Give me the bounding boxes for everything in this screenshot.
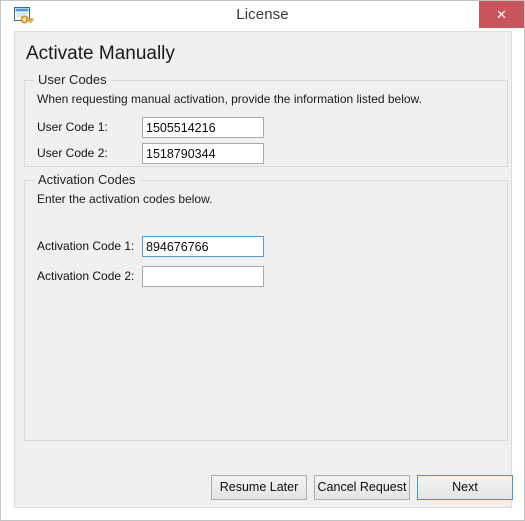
close-button[interactable]: ✕ (479, 1, 524, 28)
dialog-content-panel: Activate Manually User Codes When reques… (14, 31, 513, 508)
dialog-button-bar: Resume Later Cancel Request Next (15, 475, 513, 505)
activation-code-2-input[interactable] (142, 266, 264, 287)
activation-codes-group: Activation Codes Enter the activation co… (24, 172, 508, 441)
user-codes-group: User Codes When requesting manual activa… (24, 72, 508, 167)
user-code-1-label: User Code 1: (37, 120, 108, 134)
user-code-1-input[interactable] (142, 117, 264, 138)
license-dialog-window: License ✕ Activate Manually User Codes W… (0, 0, 525, 521)
activation-code-2-row: Activation Code 2: (37, 266, 277, 287)
user-code-2-label: User Code 2: (37, 146, 108, 160)
user-codes-description: When requesting manual activation, provi… (37, 92, 422, 106)
close-icon: ✕ (496, 7, 507, 22)
user-code-1-row: User Code 1: (37, 117, 277, 138)
activation-codes-description: Enter the activation codes below. (37, 192, 213, 206)
next-button[interactable]: Next (417, 475, 513, 500)
user-code-2-row: User Code 2: (37, 143, 277, 164)
activation-code-1-input[interactable] (142, 236, 264, 257)
activation-codes-group-label: Activation Codes (34, 172, 140, 187)
user-codes-group-label: User Codes (34, 72, 111, 87)
activation-code-2-label: Activation Code 2: (37, 269, 135, 283)
page-title: Activate Manually (26, 43, 175, 64)
title-bar: License ✕ (1, 1, 524, 31)
resume-later-button[interactable]: Resume Later (211, 475, 307, 500)
activation-code-1-row: Activation Code 1: (37, 236, 277, 257)
window-title: License (236, 6, 289, 23)
user-code-2-input[interactable] (142, 143, 264, 164)
cancel-request-button[interactable]: Cancel Request (314, 475, 410, 500)
activation-code-1-label: Activation Code 1: (37, 239, 135, 253)
